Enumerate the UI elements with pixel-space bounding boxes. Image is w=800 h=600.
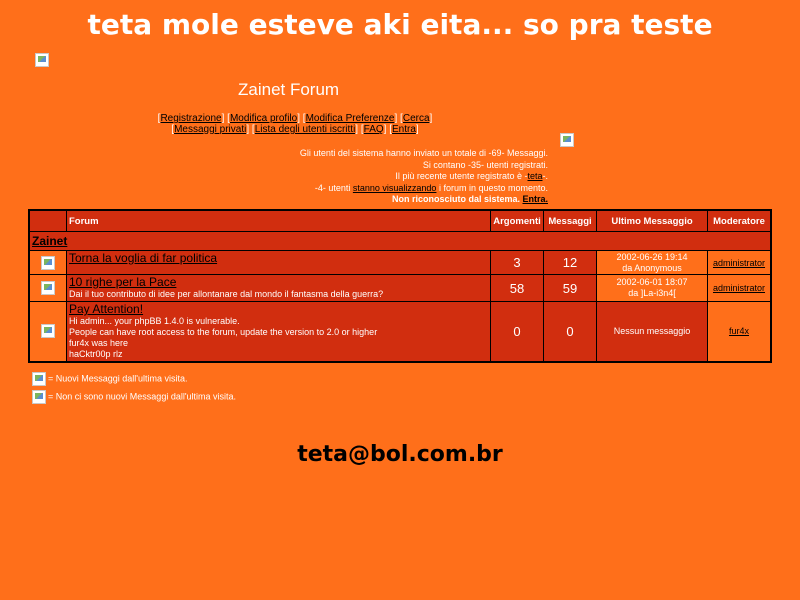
posts-count: 59 — [543, 274, 597, 302]
nav-links-row1: [Registrazione] [Modifica profilo] [Modi… — [157, 113, 433, 124]
table-header-row: Forum Argomenti Messaggi Ultimo Messaggi… — [28, 209, 772, 232]
forum-cell: Pay Attention! Hi admin... your phpBB 1.… — [66, 301, 491, 362]
header-icon-col — [28, 209, 67, 232]
newest-user-link[interactable]: teta — [527, 171, 542, 181]
last-post-cell: Nessun messaggio — [596, 301, 708, 362]
login-link[interactable]: Entra. — [522, 194, 548, 204]
forum-status-cell — [28, 274, 67, 302]
nav-registrazione-link[interactable]: Registrazione — [160, 113, 221, 124]
moderator-cell: administrator — [707, 250, 772, 275]
online-users-link[interactable]: stanno visualizzando — [353, 183, 437, 193]
nav-lista-utenti-link[interactable]: Lista degli utenti iscritti — [255, 124, 356, 135]
forum-status-icon — [41, 324, 55, 339]
forum-title: Zainet Forum — [238, 80, 340, 99]
posts-count: 0 — [543, 301, 597, 362]
nav-modifica-profilo-link[interactable]: Modifica profilo — [230, 113, 297, 124]
header-posts: Messaggi — [543, 209, 597, 232]
forum-cell: 10 righe per la Pace Dai il tuo contribut… — [66, 274, 491, 302]
topics-count: 0 — [490, 301, 544, 362]
topics-count: 58 — [490, 274, 544, 302]
forum-table: Forum Argomenti Messaggi Ultimo Messaggi… — [28, 209, 772, 363]
forum-link[interactable]: 10 righe per la Pace — [69, 275, 176, 289]
last-post-cell: 2002-06-01 18:07 da ]La-i3n4[ — [596, 274, 708, 302]
header-last-post: Ultimo Messaggio — [596, 209, 708, 232]
forum-link[interactable]: Torna la voglia di far politica — [69, 251, 217, 265]
nav-cerca-link[interactable]: Cerca — [403, 113, 430, 124]
category-zainet-link[interactable]: Zainet — [32, 234, 67, 248]
header-moderator: Moderatore — [707, 209, 772, 232]
forum-status-icon — [41, 281, 55, 295]
posts-count: 12 — [543, 250, 597, 275]
nav-faq-link[interactable]: FAQ — [364, 124, 384, 135]
nav-messaggi-privati-link[interactable]: Messaggi privati — [174, 124, 246, 135]
forum-link[interactable]: Pay Attention! — [69, 302, 143, 316]
table-row: Pay Attention! Hi admin... your phpBB 1.… — [28, 301, 772, 362]
forum-status-cell — [28, 301, 67, 362]
stats-login-status: Non riconosciuto dal sistema. Entra. — [391, 194, 548, 204]
moderator-cell: fur4x — [707, 301, 772, 362]
moderator-link[interactable]: administrator — [713, 258, 765, 268]
logo-broken-image-icon — [35, 53, 49, 67]
no-new-posts-icon — [32, 390, 46, 404]
last-post-cell: 2002-06-26 19:14 da Anonymous — [596, 250, 708, 275]
banner-broken-image-icon — [560, 133, 574, 147]
header-topics: Argomenti — [490, 209, 544, 232]
moderator-cell: administrator — [707, 274, 772, 302]
header-forum: Forum — [66, 209, 491, 232]
forum-description: Dai il tuo contributo di idee per allont… — [69, 289, 384, 299]
moderator-link[interactable]: fur4x — [729, 326, 749, 336]
legend-no-new-posts: = Non ci sono nuovi Messaggi dall'ultima… — [32, 390, 236, 404]
stats-registered-users: Si contano -35- utenti registrati. — [422, 159, 548, 170]
nav-links-row2: [Messaggi privati] [Lista degli utenti i… — [171, 124, 419, 135]
forum-description: Hi admin... your phpBB 1.4.0 is vulnerab… — [69, 316, 378, 359]
defacement-title: teta mole esteve aki eita... so pra test… — [87, 8, 713, 41]
new-posts-icon — [32, 372, 46, 386]
forum-status-icon — [41, 255, 55, 270]
forum-status-cell — [28, 250, 67, 275]
stats-online-users: -4- utenti stanno visualizzando i forum … — [314, 182, 548, 193]
stats-newest-user: Il più recente utente registrato è -teta… — [395, 171, 548, 181]
table-row: Torna la voglia di far politica 3 12 200… — [28, 250, 772, 275]
topics-count: 3 — [490, 250, 544, 275]
table-row: 10 righe per la Pace Dai il tuo contribut… — [28, 274, 772, 302]
nav-modifica-preferenze-link[interactable]: Modifica Preferenze — [306, 113, 395, 124]
category-row: Zainet — [28, 231, 772, 251]
forum-cell: Torna la voglia di far politica — [66, 250, 491, 275]
nav-entra-link[interactable]: Entra — [392, 124, 416, 135]
moderator-link[interactable]: administrator — [713, 283, 765, 293]
stats-total-posts: Gli utenti del sistema hanno inviato un … — [299, 148, 548, 158]
legend-new-posts: = Nuovi Messaggi dall'ultima visita. — [32, 372, 188, 386]
footer-email: teta@bol.com.br — [297, 442, 503, 467]
forum-stats: Gli utenti del sistema hanno inviato un … — [300, 148, 548, 206]
